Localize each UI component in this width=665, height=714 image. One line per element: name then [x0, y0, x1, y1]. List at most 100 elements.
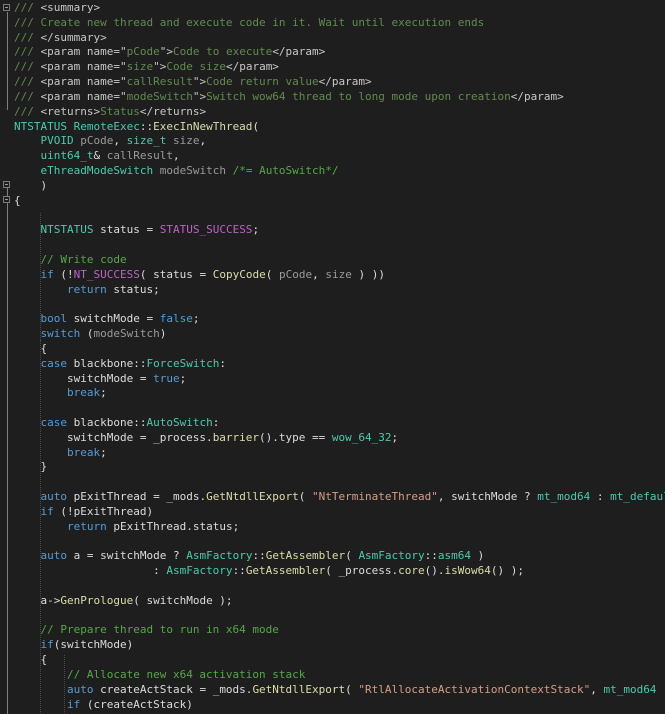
code-line[interactable]: // Prepare thread to run in x64 mode — [14, 622, 279, 637]
code-line[interactable]: { — [14, 341, 47, 356]
code-line[interactable]: ) — [14, 178, 47, 193]
code-token: </param> — [510, 89, 564, 103]
code-line[interactable]: /// <param name="callResult">Code return… — [14, 74, 372, 89]
code-token: ) — [471, 549, 485, 563]
code-line[interactable]: uint64_t& callResult, — [14, 148, 180, 163]
code-line[interactable]: /// <param name="pCode">Code to execute<… — [14, 44, 325, 59]
code-token: GetAssembler — [265, 549, 346, 563]
code-line[interactable]: return pExitThread.status; — [14, 519, 239, 534]
code-token: ( — [298, 490, 313, 504]
code-line[interactable]: /// <returns>Status</returns> — [14, 104, 206, 119]
code-token: ( — [265, 267, 279, 281]
code-token: AsmFactory — [358, 549, 425, 563]
code-line[interactable]: if (!NT_SUCCESS( status = CopyCode( pCod… — [14, 267, 385, 282]
code-token: pExitThread = _mods. — [67, 490, 207, 504]
code-token: PVOID — [40, 134, 74, 148]
code-line[interactable]: { — [14, 193, 21, 208]
code-token: , — [113, 134, 127, 148]
code-line[interactable]: if(switchMode) — [14, 637, 134, 652]
code-line[interactable]: /// Create new thread and execute code i… — [14, 15, 484, 30]
code-token: :: — [252, 549, 266, 563]
code-token: /// — [14, 89, 41, 103]
code-line[interactable]: auto createActStack = _mods.GetNtdllExpo… — [14, 682, 665, 697]
code-line[interactable]: break; — [14, 385, 107, 400]
code-line[interactable]: NTSTATUS status = STATUS_SUCCESS; — [14, 222, 260, 237]
code-token: /// — [14, 60, 41, 74]
code-token: switchMode = — [14, 371, 154, 385]
code-token: NTSTATUS — [40, 223, 94, 237]
code-token: break — [66, 386, 101, 400]
code-token: ; — [100, 386, 107, 400]
code-line[interactable]: break; — [14, 445, 107, 460]
code-token: "> — [159, 45, 173, 59]
code-token: if — [66, 697, 81, 711]
code-token: () ); — [490, 564, 525, 578]
code-line[interactable]: return status; — [14, 282, 160, 297]
code-line[interactable]: { — [14, 652, 47, 667]
code-line[interactable]: /// </summary> — [14, 30, 107, 45]
code-line[interactable]: bool switchMode = false; — [14, 311, 200, 326]
code-line[interactable]: switchMode = true; — [14, 371, 186, 386]
code-token: GetAssembler — [245, 564, 326, 578]
code-token: CopyCode — [212, 267, 266, 281]
code-line[interactable]: if (!pExitThread) — [14, 504, 154, 519]
code-token: status; — [106, 282, 160, 296]
code-line[interactable]: // Allocate new x64 activation stack — [14, 667, 305, 682]
code-token: break — [66, 445, 101, 459]
code-token: Switch wow64 thread to long mode upon cr… — [206, 89, 511, 103]
code-line[interactable]: /// <param name="modeSwitch">Switch wow6… — [14, 89, 564, 104]
code-line[interactable]: eThreadModeSwitch modeSwitch /*= AutoSwi… — [14, 163, 339, 178]
code-editor[interactable]: /// <summary>/// Create new thread and e… — [0, 0, 665, 714]
code-token: createActStack = _mods. — [93, 682, 253, 696]
code-line[interactable]: auto pExitThread = _mods.GetNtdllExport(… — [14, 489, 665, 504]
code-line[interactable]: /// <summary> — [14, 0, 100, 15]
code-token: { — [14, 653, 48, 667]
code-line[interactable]: // Write code — [14, 252, 127, 267]
code-line[interactable]: case blackbone::ForceSwitch: — [14, 356, 226, 371]
code-token: "NtTerminateThread" — [312, 490, 438, 504]
code-line[interactable]: switch (modeSwitch) — [14, 326, 167, 341]
code-token: isWow64 — [444, 564, 491, 578]
code-line[interactable]: switchMode = _process.barrier().type == … — [14, 430, 398, 445]
code-token: case — [40, 356, 68, 370]
collapse-signature-icon[interactable] — [3, 181, 10, 188]
code-token: </returns> — [139, 104, 207, 118]
code-token: mt_mod64 — [603, 682, 657, 696]
code-token: pCode — [278, 267, 313, 281]
code-line[interactable]: } — [14, 459, 47, 474]
code-token: NT_SUCCESS — [73, 267, 140, 281]
code-token: uint64_t — [40, 149, 94, 163]
code-token: </summary> — [40, 30, 107, 44]
code-line[interactable]: a->GenPrologue( switchMode ); — [14, 593, 232, 608]
code-line[interactable]: /// <param name="size">Code size</param> — [14, 59, 279, 74]
code-token: size — [173, 134, 200, 148]
code-line[interactable]: case blackbone::AutoSwitch: — [14, 415, 220, 430]
code-line[interactable]: if (createActStack) — [14, 697, 193, 712]
code-token: if — [40, 504, 54, 518]
code-token: } — [14, 460, 48, 474]
code-line[interactable]: auto a = switchMode ? AsmFactory::GetAss… — [14, 548, 485, 563]
code-token: switchMode = _process. — [14, 430, 213, 444]
collapse-summary-icon[interactable] — [3, 4, 10, 11]
code-line[interactable]: NTSTATUS RemoteExec::ExecInNewThread( — [14, 119, 259, 134]
code-token: <param name=" — [40, 75, 127, 89]
code-token: ); — [656, 683, 665, 696]
code-line[interactable]: PVOID pCode, size_t size, — [14, 133, 207, 148]
collapse-body-icon[interactable] — [3, 196, 10, 203]
code-token: Code to execute — [172, 45, 273, 59]
code-token: , switchMode ? — [437, 490, 538, 504]
code-token: ; — [179, 371, 187, 385]
code-line[interactable]: : AsmFactory::GetAssembler( _process.cor… — [14, 563, 524, 578]
